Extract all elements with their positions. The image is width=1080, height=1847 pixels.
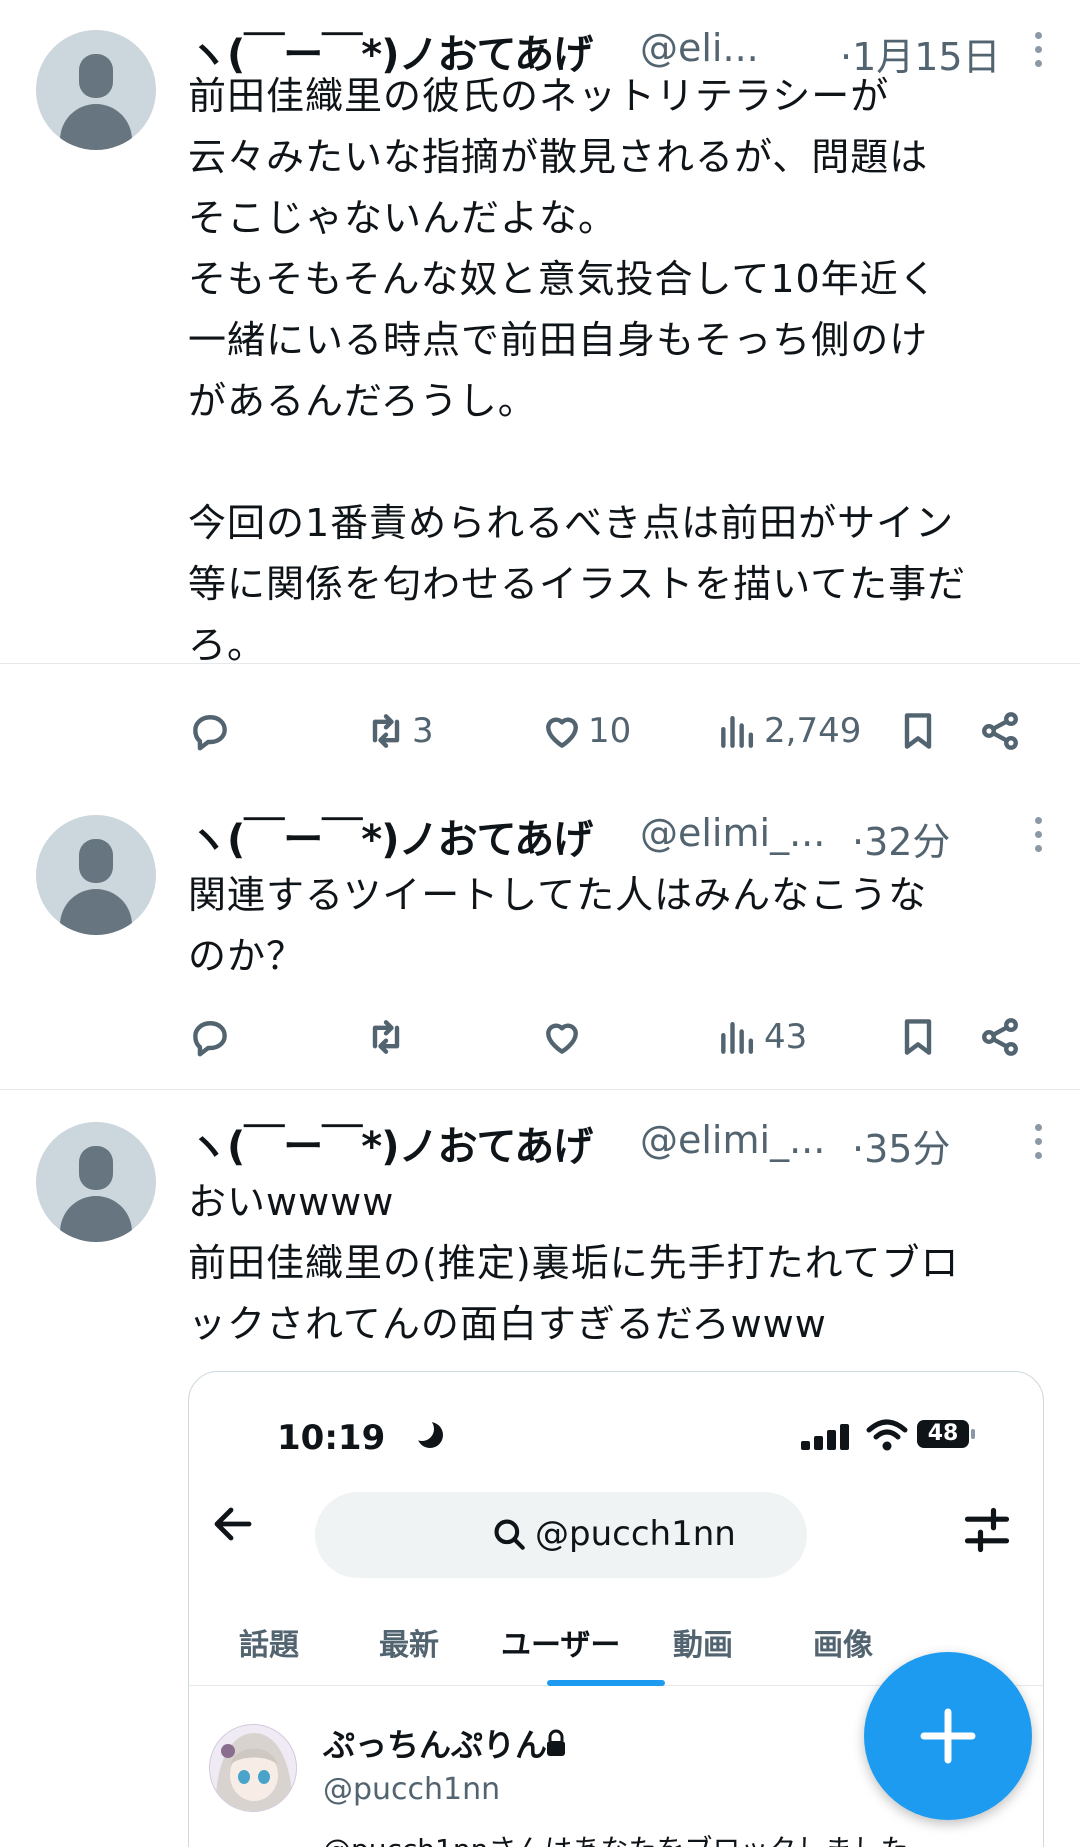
tweet-text-line: おいwwww xyxy=(188,1180,395,1224)
timestamp[interactable]: ·35分 xyxy=(852,1118,950,1173)
tweet-text: 関連するツイートしてた人はみんなこうな のか？ xyxy=(188,865,1048,987)
like-button[interactable]: 10 xyxy=(540,706,631,756)
views-button[interactable]: 43 xyxy=(716,1012,807,1062)
tweet-actions: 3 10 2,749 xyxy=(188,706,1028,756)
views-count: 2,749 xyxy=(764,711,862,751)
back-arrow-icon[interactable] xyxy=(209,1500,257,1548)
anime-avatar-image xyxy=(210,1725,296,1811)
bookmark-button[interactable] xyxy=(896,1012,940,1062)
reply-button[interactable] xyxy=(188,1012,232,1062)
heart-icon xyxy=(546,717,578,748)
avatar[interactable] xyxy=(36,815,156,935)
tweet-text-line: 一緒にいる時点で前田自身もそっち側のけ xyxy=(188,318,929,362)
tab-trending[interactable]: 話題 xyxy=(239,1620,299,1664)
tab-images[interactable]: 画像 xyxy=(813,1620,873,1664)
tweet[interactable]: ヽ(￣ー￣*)ノおてあげ @eli... ·1月15日 前田佳織里の彼氏のネット… xyxy=(0,0,1080,667)
display-name[interactable]: ヽ(￣ー￣*)ノおてあげ xyxy=(188,807,593,865)
tweet-actions: 43 xyxy=(188,1012,1028,1062)
reply-icon xyxy=(193,1021,227,1057)
moon-icon xyxy=(410,1417,443,1448)
blocked-message: @pucch1nnさんはあなたをブロックしました xyxy=(323,1828,908,1847)
tweet-text-line: 今回の1番責められるべき点は前田がサイン xyxy=(188,501,955,545)
tweet-text-line: ックされてんの面白すぎるだろwww xyxy=(188,1302,827,1346)
tweet-text-line: ろ。 xyxy=(188,623,267,667)
retweet-button[interactable] xyxy=(364,1012,408,1062)
retweet-button[interactable]: 3 xyxy=(364,706,434,756)
share-icon xyxy=(982,1018,1018,1056)
tweet-text-line: そもそもそんな奴と意気投合して10年近く xyxy=(188,257,938,301)
filter-icon[interactable] xyxy=(961,1504,1013,1556)
status-bar-time: 10:19 xyxy=(277,1418,386,1458)
wifi-icon xyxy=(866,1419,908,1451)
plus-icon xyxy=(920,1708,976,1764)
search-icon xyxy=(494,1519,525,1550)
bookmark-icon xyxy=(904,713,932,749)
like-count: 10 xyxy=(588,711,632,751)
user-handle: @pucch1nn xyxy=(323,1772,501,1807)
active-tab-indicator xyxy=(547,1680,665,1686)
bookmark-icon xyxy=(904,1019,932,1055)
search-query: @pucch1nn xyxy=(535,1514,736,1554)
avatar[interactable] xyxy=(36,1122,156,1242)
signal-icon xyxy=(801,1424,851,1450)
battery-icon: 48 xyxy=(917,1420,975,1448)
more-options-icon[interactable] xyxy=(1028,813,1048,857)
tweet-text-line xyxy=(188,432,1048,493)
share-button[interactable] xyxy=(978,1012,1022,1062)
tab-users[interactable]: ユーザー xyxy=(501,1620,620,1664)
tweet-text-line: 前田佳織里の彼氏のネットリテラシーが xyxy=(188,74,890,118)
timestamp[interactable]: ·32分 xyxy=(852,811,950,866)
search-bar[interactable]: @pucch1nn xyxy=(315,1492,807,1578)
user-handle[interactable]: @elimi_... xyxy=(640,1118,825,1162)
share-icon xyxy=(982,712,1018,750)
reply-icon xyxy=(193,715,227,751)
views-icon xyxy=(721,1021,754,1054)
tab-videos[interactable]: 動画 xyxy=(673,1620,733,1664)
views-count: 43 xyxy=(764,1017,808,1057)
user-handle[interactable]: @elimi_... xyxy=(640,811,825,855)
views-button[interactable]: 2,749 xyxy=(716,706,861,756)
views-icon xyxy=(721,715,754,748)
share-button[interactable] xyxy=(978,706,1022,756)
avatar[interactable] xyxy=(36,30,156,150)
retweet-count: 3 xyxy=(412,711,434,751)
tweet-text: おいwwww 前田佳織里の(推定)裏垢に先手打たれてブロ ックされてんの面白すぎ… xyxy=(188,1172,1048,1355)
tweet-header: ヽ(￣ー￣*)ノおてあげ @elimi_... ·32分 xyxy=(188,807,1048,864)
display-name[interactable]: ヽ(￣ー￣*)ノおてあげ xyxy=(188,1114,593,1172)
bookmark-button[interactable] xyxy=(896,706,940,756)
heart-icon xyxy=(546,1023,578,1054)
like-button[interactable] xyxy=(540,1012,584,1062)
lock-icon xyxy=(547,1729,565,1756)
tweet-text-line: 前田佳織里の(推定)裏垢に先手打たれてブロ xyxy=(188,1241,960,1285)
tab-latest[interactable]: 最新 xyxy=(379,1620,439,1664)
tweet-text-line: 等に関係を匂わせるイラストを描いてた事だ xyxy=(188,562,967,606)
tweet-text-line: があるんだろうし。 xyxy=(188,379,537,423)
tweet-header: ヽ(￣ー￣*)ノおてあげ @elimi_... ·35分 xyxy=(188,1114,1048,1171)
user-avatar[interactable] xyxy=(209,1724,297,1812)
user-handle[interactable]: @eli... xyxy=(640,26,759,70)
tweet-text-line: 関連するツイートしてた人はみんなこうな xyxy=(188,873,928,917)
more-options-icon[interactable] xyxy=(1028,1120,1048,1164)
tweet-text-line: 云々みたいな指摘が散見されるが、問題は xyxy=(188,135,929,179)
tweet-text: 前田佳織里の彼氏のネットリテラシーが 云々みたいな指摘が散見されるが、問題は そ… xyxy=(188,66,1048,676)
tweet-text-line: のか？ xyxy=(188,934,306,978)
retweet-icon xyxy=(372,1020,400,1054)
user-name[interactable]: ぷっちんぷりん xyxy=(323,1720,547,1766)
compose-button[interactable] xyxy=(864,1652,1032,1820)
retweet-icon xyxy=(372,714,400,748)
reply-button[interactable] xyxy=(188,706,232,756)
tweet-text-line: そこじゃないんだよな。 xyxy=(188,196,618,240)
